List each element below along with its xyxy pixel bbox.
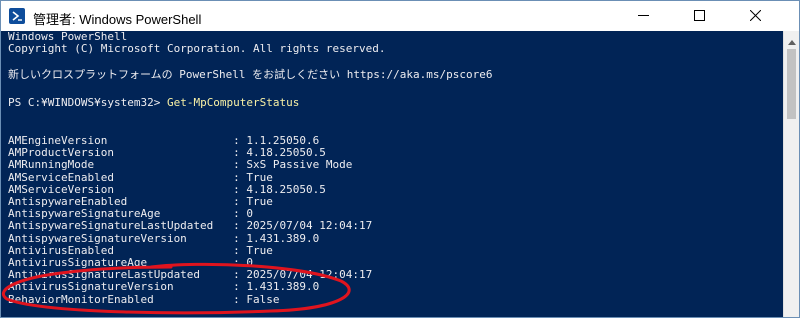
property-separator: : — [107, 134, 247, 147]
window-title: 管理者: Windows PowerShell — [33, 12, 202, 27]
property-separator: : — [186, 231, 247, 245]
property-line: AMProductVersion : 4.18.25050.5 — [8, 147, 326, 159]
property-value: 1.1.25050.6 — [246, 134, 320, 147]
banner-line: 新しいクロスプラットフォームの PowerShell をお試しください http… — [8, 68, 493, 81]
property-separator: : — [113, 170, 247, 184]
property-line: AMServiceVersion : 4.18.25050.5 — [8, 182, 326, 196]
property-name: AMServiceVersion — [8, 182, 114, 196]
property-line: AntispywareEnabled : True — [8, 196, 273, 208]
property-separator: : — [113, 243, 247, 257]
property-value: True — [246, 243, 273, 257]
banner-line: Copyright (C) Microsoft Corporation. All… — [8, 42, 386, 55]
scroll-up-button[interactable] — [784, 30, 799, 49]
minimize-icon — [637, 9, 649, 24]
property-separator: : — [213, 219, 247, 233]
property-line: AntispywareSignatureAge : 0 — [8, 208, 253, 220]
property-separator: : — [113, 182, 247, 196]
property-line: AntispywareSignatureVersion : 1.431.389.… — [8, 231, 320, 245]
property-line: AntivirusEnabled : True — [8, 243, 273, 257]
property-separator: : — [147, 256, 247, 269]
property-line: AMRunningMode : SxS Passive Mode — [8, 159, 352, 171]
property-value: 4.18.25050.5 — [246, 146, 326, 160]
property-name: AMProductVersion — [8, 146, 114, 160]
property-separator: : — [113, 146, 247, 160]
property-value: 2025/07/04 12:04:17 — [246, 268, 373, 282]
minimize-button[interactable] — [621, 1, 665, 31]
close-button[interactable] — [733, 1, 777, 31]
property-line: AntivirusSignatureLastUpdated : 2025/07/… — [8, 269, 372, 281]
maximize-icon — [693, 9, 705, 24]
maximize-button[interactable] — [677, 1, 721, 31]
property-separator: : — [200, 268, 247, 282]
property-line: BehaviorMonitorEnabled : False — [8, 292, 280, 306]
property-value: 0 — [246, 256, 254, 269]
property-name: AntispywareSignatureAge — [8, 207, 161, 221]
property-name: AntivirusEnabled — [8, 243, 114, 257]
property-line: AMServiceEnabled : True — [8, 170, 273, 184]
property-value: 2025/07/04 12:04:17 — [246, 219, 373, 233]
property-name: AntivirusSignatureAge — [8, 256, 148, 269]
property-name: AMServiceEnabled — [8, 170, 114, 184]
close-icon — [749, 9, 761, 24]
property-name: AntivirusSignatureLastUpdated — [8, 268, 201, 282]
property-separator: : — [173, 280, 247, 294]
property-value: 0 — [246, 207, 254, 221]
property-name: AMEngineVersion — [8, 134, 108, 147]
property-value: SxS Passive Mode — [246, 158, 353, 172]
property-value: 1.431.389.0 — [246, 280, 320, 294]
property-value: True — [246, 170, 273, 184]
property-separator: : — [94, 158, 247, 172]
prompt-line: PS C:¥WINDOWS¥system32> Get-MpComputerSt… — [8, 97, 299, 109]
prompt-text: PS C:¥WINDOWS¥system32> — [8, 96, 161, 109]
scroll-up-icon — [788, 30, 796, 49]
property-separator: : — [153, 292, 247, 306]
property-value: 1.431.389.0 — [246, 231, 320, 245]
property-name: AntispywareSignatureVersion — [8, 231, 187, 245]
property-value: 4.18.25050.5 — [246, 182, 326, 196]
property-name: AntispywareEnabled — [8, 195, 128, 208]
property-separator: : — [160, 207, 247, 221]
property-name: AMRunningMode — [8, 158, 95, 172]
vertical-scrollbar[interactable] — [783, 30, 799, 317]
powershell-window: 管理者: Windows PowerShell Windows PowerShe… — [0, 0, 800, 318]
property-name: BehaviorMonitorEnabled — [8, 292, 154, 306]
command-text: Get-MpComputerStatus — [166, 96, 300, 109]
property-separator: : — [127, 195, 247, 208]
property-line: AntivirusSignatureVersion : 1.431.389.0 — [8, 281, 319, 293]
scroll-thumb[interactable] — [787, 49, 796, 119]
property-line: AntispywareSignatureLastUpdated : 2025/0… — [8, 220, 372, 232]
property-value: False — [246, 292, 280, 306]
property-name: AntivirusSignatureVersion — [8, 280, 174, 294]
title-bar[interactable]: 管理者: Windows PowerShell — [1, 1, 799, 31]
property-line: AMEngineVersion : 1.1.25050.6 — [8, 135, 319, 147]
powershell-icon — [9, 8, 25, 24]
property-name: AntispywareSignatureLastUpdated — [8, 219, 214, 233]
property-value: True — [246, 195, 273, 208]
console-output[interactable]: Windows PowerShell Copyright (C) Microso… — [1, 31, 783, 317]
property-line: AntivirusSignatureAge : 0 — [8, 257, 253, 269]
